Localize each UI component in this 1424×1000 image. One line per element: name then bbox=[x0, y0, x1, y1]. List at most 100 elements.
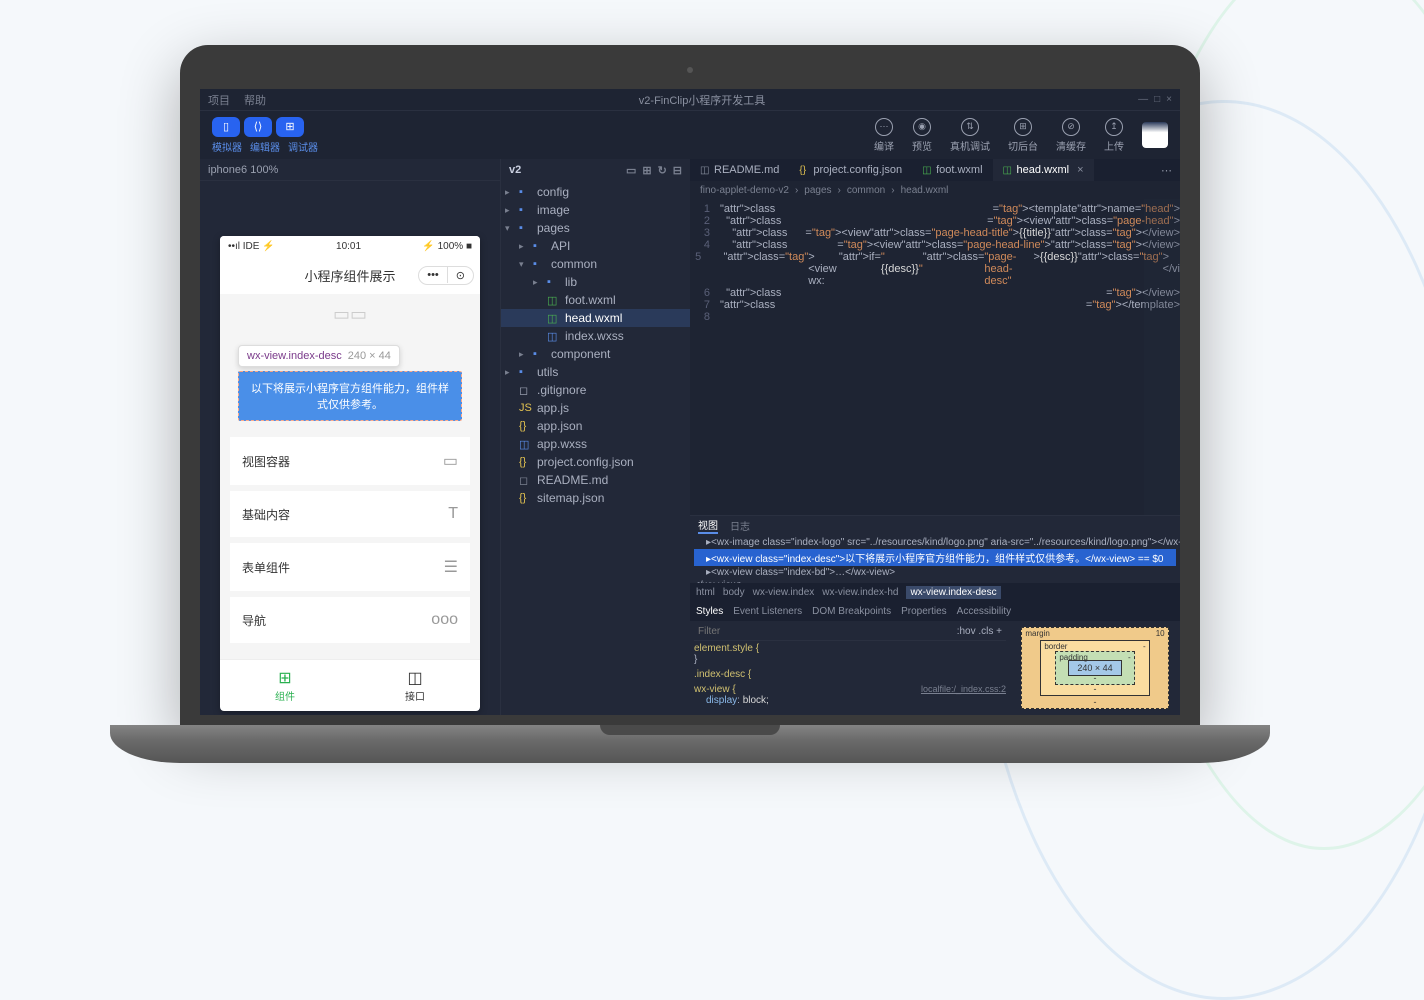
tree-item-index.wxss[interactable]: ◫index.wxss bbox=[501, 327, 690, 345]
dom-crumb-1[interactable]: body bbox=[723, 587, 745, 598]
styles-pane[interactable]: :hov .cls + element.style {}.index-desc … bbox=[690, 621, 1010, 715]
refresh-icon[interactable]: ↻ bbox=[658, 164, 667, 177]
breadcrumb: fino-applet-demo-v2›pages›common›head.wx… bbox=[690, 181, 1180, 199]
toolbar-action-0[interactable]: ⋯编译 bbox=[874, 118, 894, 153]
styles-tab-2[interactable]: DOM Breakpoints bbox=[812, 606, 891, 617]
project-root[interactable]: v2 bbox=[509, 164, 521, 176]
code-line-3[interactable]: 3 "attr">class="tag"><view "attr">class=… bbox=[690, 227, 1180, 239]
tree-item-.gitignore[interactable]: ◻.gitignore bbox=[501, 381, 690, 399]
tree-item-utils[interactable]: ▸▪utils bbox=[501, 363, 690, 381]
devtools-tab-view[interactable]: 视图 bbox=[698, 517, 718, 534]
dom-line-2[interactable]: ▸<wx-view class="index-bd">…</wx-view> bbox=[694, 566, 1176, 579]
tree-item-component[interactable]: ▸▪component bbox=[501, 345, 690, 363]
capsule-close[interactable]: ⊙ bbox=[448, 267, 473, 284]
avatar[interactable] bbox=[1142, 122, 1168, 148]
code-line-4[interactable]: 4 "attr">class="tag"><view "attr">class=… bbox=[690, 239, 1180, 251]
simulator-toggle[interactable]: ▯ bbox=[212, 117, 240, 137]
editor-tab-3[interactable]: ◫head.wxml× bbox=[993, 159, 1094, 181]
tree-item-project.config.json[interactable]: {}project.config.json bbox=[501, 453, 690, 471]
minimap[interactable] bbox=[1144, 199, 1180, 515]
styles-tab-4[interactable]: Accessibility bbox=[957, 606, 1011, 617]
capsule-menu[interactable]: ••• bbox=[419, 267, 448, 283]
devtools-tab-log[interactable]: 日志 bbox=[730, 518, 750, 533]
window-title: v2-FinClip小程序开发工具 bbox=[639, 92, 766, 108]
tree-item-pages[interactable]: ▾▪pages bbox=[501, 219, 690, 237]
inspector-tooltip: wx-view.index-desc 240 × 44 bbox=[238, 345, 400, 367]
editor-toggle[interactable]: ⟨⟩ bbox=[244, 117, 272, 137]
styles-tab-1[interactable]: Event Listeners bbox=[733, 606, 802, 617]
menubar: 项目 帮助 v2-FinClip小程序开发工具 — □ × bbox=[200, 89, 1180, 111]
phone-list-item-0[interactable]: 视图容器▭ bbox=[230, 437, 470, 485]
tree-item-app.js[interactable]: JSapp.js bbox=[501, 399, 690, 417]
code-editor[interactable]: 1"attr">class="tag"><template "attr">nam… bbox=[690, 199, 1180, 515]
toolbar-action-1[interactable]: ◉预览 bbox=[912, 118, 932, 153]
code-line-1[interactable]: 1"attr">class="tag"><template "attr">nam… bbox=[690, 203, 1180, 215]
code-line-6[interactable]: 6 "attr">class="tag"></view> bbox=[690, 287, 1180, 299]
toolbar-action-4[interactable]: ⊘清缓存 bbox=[1056, 118, 1086, 153]
tree-item-head.wxml[interactable]: ◫head.wxml bbox=[501, 309, 690, 327]
phone-list-item-1[interactable]: 基础内容T bbox=[230, 491, 470, 537]
crumb-2[interactable]: common bbox=[847, 185, 885, 196]
menu-project[interactable]: 项目 bbox=[208, 92, 230, 108]
dom-crumb-3[interactable]: wx-view.index-hd bbox=[822, 587, 898, 598]
dom-crumb-4[interactable]: wx-view.index-desc bbox=[906, 586, 1000, 599]
code-line-2[interactable]: 2 "attr">class="tag"><view "attr">class=… bbox=[690, 215, 1180, 227]
new-folder-icon[interactable]: ⊞ bbox=[642, 164, 651, 177]
tree-item-lib[interactable]: ▸▪lib bbox=[501, 273, 690, 291]
editor-tab-1[interactable]: {}project.config.json bbox=[789, 159, 912, 181]
dom-crumb-0[interactable]: html bbox=[696, 587, 715, 598]
window-maximize[interactable]: □ bbox=[1154, 94, 1160, 105]
tree-item-app.json[interactable]: {}app.json bbox=[501, 417, 690, 435]
crumb-0[interactable]: fino-applet-demo-v2 bbox=[700, 185, 789, 196]
style-rule-1[interactable]: .index-desc {</span></div><div class="st… bbox=[694, 667, 1006, 682]
crumb-1[interactable]: pages bbox=[804, 185, 831, 196]
editor-tab-2[interactable]: ◫foot.wxml bbox=[912, 159, 992, 181]
toolbar-action-2[interactable]: ⇅真机调试 bbox=[950, 118, 990, 153]
style-rule-2[interactable]: wx-view {localfile:/_index.css:2display:… bbox=[694, 682, 1006, 708]
tree-item-app.wxss[interactable]: ◫app.wxss bbox=[501, 435, 690, 453]
phone-tab-0[interactable]: ⊞组件 bbox=[220, 660, 350, 711]
simulator-label: 模拟器 bbox=[212, 139, 242, 154]
styles-tab-3[interactable]: Properties bbox=[901, 606, 947, 617]
dom-line-0[interactable]: ▸<wx-image class="index-logo" src="../re… bbox=[694, 536, 1176, 549]
menu-help[interactable]: 帮助 bbox=[244, 92, 266, 108]
dom-crumb-2[interactable]: wx-view.index bbox=[753, 587, 815, 598]
toolbar-action-3[interactable]: ⊞切后台 bbox=[1008, 118, 1038, 153]
collapse-icon[interactable]: ⊟ bbox=[673, 164, 682, 177]
styles-tab-0[interactable]: Styles bbox=[696, 606, 723, 617]
phone-list-item-2[interactable]: 表单组件☰ bbox=[230, 543, 470, 591]
dom-breadcrumb: html body wx-view.index wx-view.index-hd wx-… bbox=[690, 583, 1180, 601]
phone-preview: ••ıl IDE ⚡ 10:01 ⚡ 100% ■ 小程序组件展示 ••• ⊙ bbox=[220, 236, 480, 711]
window-minimize[interactable]: — bbox=[1138, 94, 1148, 105]
dom-tree[interactable]: ▸<wx-image class="index-logo" src="../re… bbox=[690, 534, 1180, 583]
code-line-5[interactable]: 5 "attr">class="tag"><view wx:"attr">if=… bbox=[690, 251, 1180, 287]
toolbar-action-5[interactable]: ↥上传 bbox=[1104, 118, 1124, 153]
new-file-icon[interactable]: ▭ bbox=[626, 164, 636, 177]
tree-item-README.md[interactable]: ◻README.md bbox=[501, 471, 690, 489]
highlighted-element[interactable]: 以下将展示小程序官方组件能力，组件样式仅供参考。 bbox=[238, 371, 462, 421]
styles-filter-input[interactable] bbox=[698, 626, 758, 637]
simulator-device-info[interactable]: iphone6 100% bbox=[200, 159, 500, 181]
style-rule-0[interactable]: element.style {} bbox=[694, 641, 1006, 667]
code-line-7[interactable]: 7"attr">class="tag"></template> bbox=[690, 299, 1180, 311]
phone-list-item-3[interactable]: 导航ooo bbox=[230, 597, 470, 643]
editor-tabs: ◫README.md{}project.config.json◫foot.wxm… bbox=[690, 159, 1180, 181]
editor-label: 编辑器 bbox=[250, 139, 280, 154]
styles-filter-controls[interactable]: :hov .cls + bbox=[957, 626, 1002, 637]
debugger-toggle[interactable]: ⊞ bbox=[276, 117, 304, 137]
devtools: 视图 日志 ▸<wx-image class="index-logo" src=… bbox=[690, 515, 1180, 715]
crumb-3[interactable]: head.wxml bbox=[901, 185, 949, 196]
editor-tab-0[interactable]: ◫README.md bbox=[690, 159, 789, 181]
editor-tabs-more[interactable]: ⋯ bbox=[1153, 164, 1180, 177]
tree-item-common[interactable]: ▾▪common bbox=[501, 255, 690, 273]
code-line-8[interactable]: 8 bbox=[690, 311, 1180, 323]
window-close[interactable]: × bbox=[1166, 94, 1172, 105]
tree-item-foot.wxml[interactable]: ◫foot.wxml bbox=[501, 291, 690, 309]
tree-item-API[interactable]: ▸▪API bbox=[501, 237, 690, 255]
phone-capsule: ••• ⊙ bbox=[418, 266, 474, 285]
tree-item-config[interactable]: ▸▪config bbox=[501, 183, 690, 201]
dom-line-1[interactable]: ▸<wx-view class="index-desc">以下将展示小程序官方组… bbox=[694, 549, 1176, 566]
tree-item-image[interactable]: ▸▪image bbox=[501, 201, 690, 219]
tree-item-sitemap.json[interactable]: {}sitemap.json bbox=[501, 489, 690, 507]
phone-tab-1[interactable]: ◫接口 bbox=[350, 660, 480, 711]
